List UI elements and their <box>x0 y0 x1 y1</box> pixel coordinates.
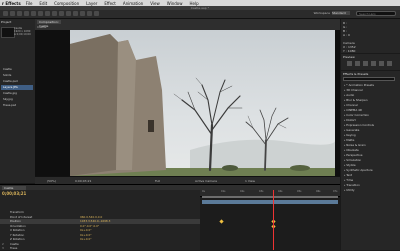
current-time-display[interactable]: 0;00;03;21 <box>75 179 91 183</box>
workspace-select[interactable]: Standard <box>332 11 350 15</box>
last-frame-icon[interactable] <box>379 61 384 66</box>
menu-animation[interactable]: Animation <box>123 1 143 6</box>
composition-panel-header: Composition: Castle Castle <box>35 19 340 30</box>
viewer-controls-bar: (50%) 0;00;03;21 Full Active Camera 1 Vi… <box>35 176 340 184</box>
menu-effect[interactable]: Effect <box>104 1 116 6</box>
ruler-tick: 03s <box>259 190 264 193</box>
project-tab[interactable]: Project <box>1 20 11 24</box>
timeline-graph-area[interactable]: 0s 01s 02s 03s 04s 05s 06s 07s <box>200 190 340 250</box>
mask-tool-icon[interactable] <box>45 11 50 16</box>
view-layout-select[interactable]: 1 View <box>245 179 255 183</box>
search-help-input[interactable] <box>356 11 396 16</box>
project-item[interactable]: Trees.psd <box>1 103 33 108</box>
info-a: A : 0 <box>343 33 350 37</box>
composition-breadcrumb[interactable]: Castle <box>37 25 46 29</box>
effects-presets-panel: Effects & Presets * Animation Presets 3D… <box>341 71 400 250</box>
previous-frame-icon[interactable] <box>355 61 360 66</box>
menu-view[interactable]: View <box>150 1 160 6</box>
project-item[interactable]: Castle.jpg <box>1 91 33 96</box>
camera-tool-icon[interactable] <box>31 11 36 16</box>
menu-composition[interactable]: Composition <box>54 1 79 6</box>
info-panel: R : G : B : A : 0 Camera X : 1352 Y : 10… <box>341 19 400 53</box>
castle-scene-image <box>70 30 335 176</box>
current-time-indicator[interactable] <box>273 190 274 250</box>
project-item[interactable]: Solids <box>1 73 33 78</box>
keyframe-icon[interactable] <box>219 219 224 224</box>
eraser-tool-icon[interactable] <box>80 11 85 16</box>
timeline-layers: 0;00;03;21 Transform Point of Interest 9… <box>0 190 200 250</box>
roto-tool-icon[interactable] <box>87 11 92 16</box>
pan-behind-tool-icon[interactable] <box>38 11 43 16</box>
ram-preview-icon[interactable] <box>387 61 392 66</box>
work-area-bar[interactable] <box>202 196 338 198</box>
ruler-tick: 0s <box>202 190 205 193</box>
menu-help[interactable]: Help <box>190 1 199 6</box>
layer-duration-bar[interactable] <box>202 200 338 204</box>
type-tool-icon[interactable] <box>59 11 64 16</box>
clone-tool-icon[interactable] <box>73 11 78 16</box>
app-menu[interactable]: r Effects <box>2 1 21 6</box>
info-y: Y : 1080 <box>343 49 356 53</box>
rotate-tool-icon[interactable] <box>24 11 29 16</box>
ruler-tick: 01s <box>221 190 226 193</box>
project-thumbnail <box>1 27 15 38</box>
brush-tool-icon[interactable] <box>66 11 71 16</box>
menu-window[interactable]: Window <box>167 1 183 6</box>
next-frame-icon[interactable] <box>371 61 376 66</box>
workspace-label: Workspace <box>313 11 330 15</box>
menu-edit[interactable]: Edit <box>39 1 47 6</box>
ruler-tick: 05s <box>297 190 302 193</box>
ruler-tick: 02s <box>240 190 245 193</box>
project-panel: Project Castle 1920 x 1080 Δ 0;00;10;00 … <box>0 19 35 183</box>
first-frame-icon[interactable] <box>347 61 352 66</box>
play-icon[interactable] <box>363 61 368 66</box>
project-item-selected[interactable]: Layers.JPG <box>1 85 33 90</box>
project-item[interactable]: Sky.jpg <box>1 97 33 102</box>
timeline-timecode[interactable]: 0;00;03;21 <box>2 191 26 196</box>
magnification-select[interactable]: (50%) <box>47 179 56 183</box>
effects-search-input[interactable] <box>343 77 395 81</box>
ruler-tick: 04s <box>278 190 283 193</box>
hand-tool-icon[interactable] <box>10 11 15 16</box>
project-item[interactable]: Castle.psd <box>1 79 33 84</box>
effects-category[interactable]: Utility <box>344 188 398 193</box>
project-item[interactable]: Castle <box>1 67 33 72</box>
zoom-tool-icon[interactable] <box>17 11 22 16</box>
menu-file[interactable]: File <box>26 1 33 6</box>
resolution-select[interactable]: Full <box>155 179 160 183</box>
ruler-tick: 06s <box>316 190 321 193</box>
preview-title: Preview <box>343 55 355 59</box>
pen-tool-icon[interactable] <box>52 11 57 16</box>
3d-view-select[interactable]: Active Camera <box>195 179 217 183</box>
menu-layer[interactable]: Layer <box>86 1 97 6</box>
tools-panel: Workspace Standard <box>0 10 400 19</box>
selection-tool-icon[interactable] <box>3 11 8 16</box>
ruler-tick: 07s <box>333 190 338 193</box>
composition-tab[interactable]: Composition: Castle <box>37 20 61 28</box>
puppet-tool-icon[interactable] <box>94 11 99 16</box>
project-info-duration: Δ 0;00;10;00 <box>14 33 31 36</box>
preview-panel: Preview <box>341 54 400 70</box>
composition-viewer[interactable] <box>35 30 340 176</box>
effects-title: Effects & Presets <box>343 72 369 76</box>
